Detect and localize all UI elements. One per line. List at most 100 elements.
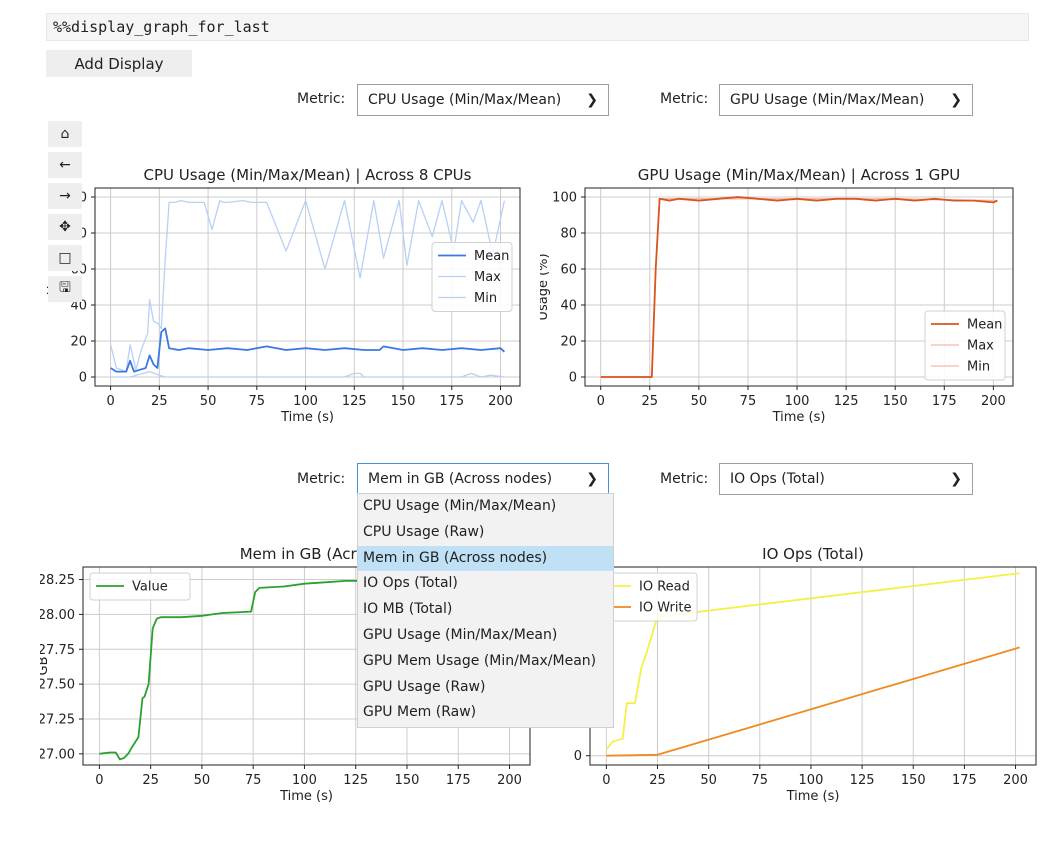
home-icon[interactable]: ⌂ — [48, 121, 82, 147]
x-tick-label: 150 — [391, 394, 416, 409]
chevron-down-icon: ❯ — [586, 92, 598, 108]
metric-label: Metric: — [660, 471, 709, 487]
series-line-io-write — [606, 646, 1020, 757]
dropdown-option[interactable]: GPU Mem Usage (Min/Max/Mean) — [358, 649, 613, 675]
dropdown-option[interactable]: Mem in GB (Across nodes) — [358, 545, 613, 572]
io-ops-chart[interactable]: IO Ops (Total) 0 25 50 75 100 125 150 175 200 0 Tim… — [540, 535, 1040, 815]
chart-title: CPU Usage (Min/Max/Mean) | Across 8 CPUs — [144, 166, 472, 184]
y-tick-label: 60 — [560, 263, 577, 278]
save-disk-icon[interactable]: 🖫 — [48, 276, 82, 302]
x-tick-label: 125 — [850, 773, 875, 788]
legend: Value — [89, 572, 191, 601]
chart-title: IO Ops (Total) — [762, 545, 864, 563]
y-tick-label: 80 — [560, 227, 577, 242]
legend: Mean Max Min — [924, 310, 1006, 381]
x-tick-label: 50 — [200, 394, 217, 409]
select-value: GPU Usage (Min/Max/Mean) — [730, 92, 925, 108]
dropdown-option[interactable]: CPU Usage (Raw) — [358, 520, 613, 546]
legend-label: Value — [132, 580, 168, 595]
x-tick-label: 0 — [597, 394, 605, 409]
series-line-mean — [110, 327, 506, 373]
legend-label: Min — [474, 291, 497, 306]
gpu-usage-chart[interactable]: GPU Usage (Min/Max/Mean) | Across 1 GPU 0… — [540, 160, 1040, 440]
x-tick-label: 200 — [1003, 773, 1028, 788]
chart-title: GPU Usage (Min/Max/Mean) | Across 1 GPU — [638, 166, 960, 184]
dropdown-option[interactable]: CPU Usage (Min/Max/Mean) — [358, 494, 613, 520]
y-tick-label: 28.25 — [40, 573, 75, 588]
x-axis-label: Time (s) — [772, 410, 826, 425]
x-tick-label: 150 — [883, 394, 908, 409]
x-tick-label: 25 — [151, 394, 168, 409]
chevron-down-icon: ❯ — [586, 471, 598, 487]
pan-move-icon[interactable]: ✥ — [48, 214, 82, 240]
legend-label: Min — [967, 360, 990, 375]
series-line-min — [110, 370, 505, 378]
legend-label: Mean — [474, 249, 509, 264]
x-tick-label: 125 — [343, 773, 368, 788]
legend-label: IO Read — [639, 580, 690, 595]
metric-dropdown-list[interactable]: CPU Usage (Min/Max/Mean) CPU Usage (Raw) M… — [357, 493, 614, 728]
y-tick-label: 0 — [569, 371, 577, 386]
x-tick-label: 200 — [488, 394, 513, 409]
y-axis-label: GB — [40, 657, 51, 676]
x-tick-label: 175 — [932, 394, 957, 409]
x-tick-label: 175 — [952, 773, 977, 788]
x-tick-label: 75 — [245, 773, 262, 788]
y-tick-label: 28.00 — [40, 608, 75, 623]
y-tick-label: 20 — [70, 335, 87, 350]
dropdown-option[interactable]: GPU Usage (Raw) — [358, 675, 613, 701]
add-display-button[interactable]: Add Display — [46, 50, 192, 77]
dropdown-option[interactable]: GPU Usage (Min/Max/Mean) — [358, 623, 613, 649]
dropdown-option[interactable]: GPU Mem (Raw) — [358, 700, 613, 726]
x-tick-label: 200 — [497, 773, 522, 788]
x-tick-label: 200 — [981, 394, 1006, 409]
y-tick-label: 27.25 — [40, 712, 75, 727]
cpu-usage-chart[interactable]: CPU Usage (Min/Max/Mean) | Across 8 CPUs… — [40, 160, 540, 440]
metric-select-gpu[interactable]: GPU Usage (Min/Max/Mean) ❯ — [719, 84, 973, 116]
legend: Mean Max Min — [431, 242, 513, 312]
x-tick-label: 50 — [194, 773, 211, 788]
metric-label: Metric: — [660, 91, 709, 107]
dropdown-option[interactable]: IO Ops (Total) — [358, 571, 613, 597]
x-axis-label: Time (s) — [786, 789, 840, 804]
chart-title: Mem in GB (Acros — [240, 545, 374, 563]
legend-label: IO Write — [639, 601, 692, 616]
x-tick-label: 100 — [292, 773, 317, 788]
y-tick-label: 0 — [79, 371, 87, 386]
metric-select-mem[interactable]: Mem in GB (Across nodes) ❯ — [357, 463, 609, 495]
select-value: CPU Usage (Min/Max/Mean) — [368, 92, 562, 108]
legend-label: Mean — [967, 318, 1002, 333]
x-axis-label: Time (s) — [279, 789, 333, 804]
y-axis-label: Usage (%) — [540, 253, 551, 320]
metric-label: Metric: — [297, 471, 346, 487]
metric-select-io[interactable]: IO Ops (Total) ❯ — [719, 463, 973, 495]
chevron-down-icon: ❯ — [950, 92, 962, 108]
x-tick-label: 150 — [395, 773, 420, 788]
select-value: IO Ops (Total) — [730, 471, 825, 487]
metric-select-cpu[interactable]: CPU Usage (Min/Max/Mean) ❯ — [357, 84, 609, 116]
x-tick-label: 50 — [700, 773, 717, 788]
x-tick-label: 25 — [142, 773, 159, 788]
x-tick-label: 175 — [439, 394, 464, 409]
metric-label: Metric: — [297, 91, 346, 107]
cell-input[interactable]: %%display_graph_for_last — [46, 13, 1029, 41]
x-tick-label: 75 — [249, 394, 266, 409]
y-tick-label: 27.00 — [40, 747, 75, 762]
back-arrow-icon[interactable]: ← — [48, 152, 82, 178]
x-tick-label: 100 — [293, 394, 318, 409]
y-tick-label: 0 — [574, 749, 582, 764]
x-axis-label: Time (s) — [280, 410, 334, 425]
x-tick-label: 100 — [785, 394, 810, 409]
zoom-rect-icon[interactable]: □ — [48, 245, 82, 271]
x-tick-label: 175 — [446, 773, 471, 788]
dropdown-option[interactable]: IO MB (Total) — [358, 597, 613, 623]
legend-label: Max — [474, 270, 501, 285]
x-tick-label: 50 — [691, 394, 708, 409]
x-tick-label: 125 — [834, 394, 859, 409]
x-tick-label: 0 — [95, 773, 103, 788]
select-value: Mem in GB (Across nodes) — [368, 471, 553, 487]
y-tick-label: 40 — [560, 299, 577, 314]
x-tick-label: 125 — [342, 394, 367, 409]
x-tick-label: 0 — [106, 394, 114, 409]
forward-arrow-icon[interactable]: → — [48, 183, 82, 209]
